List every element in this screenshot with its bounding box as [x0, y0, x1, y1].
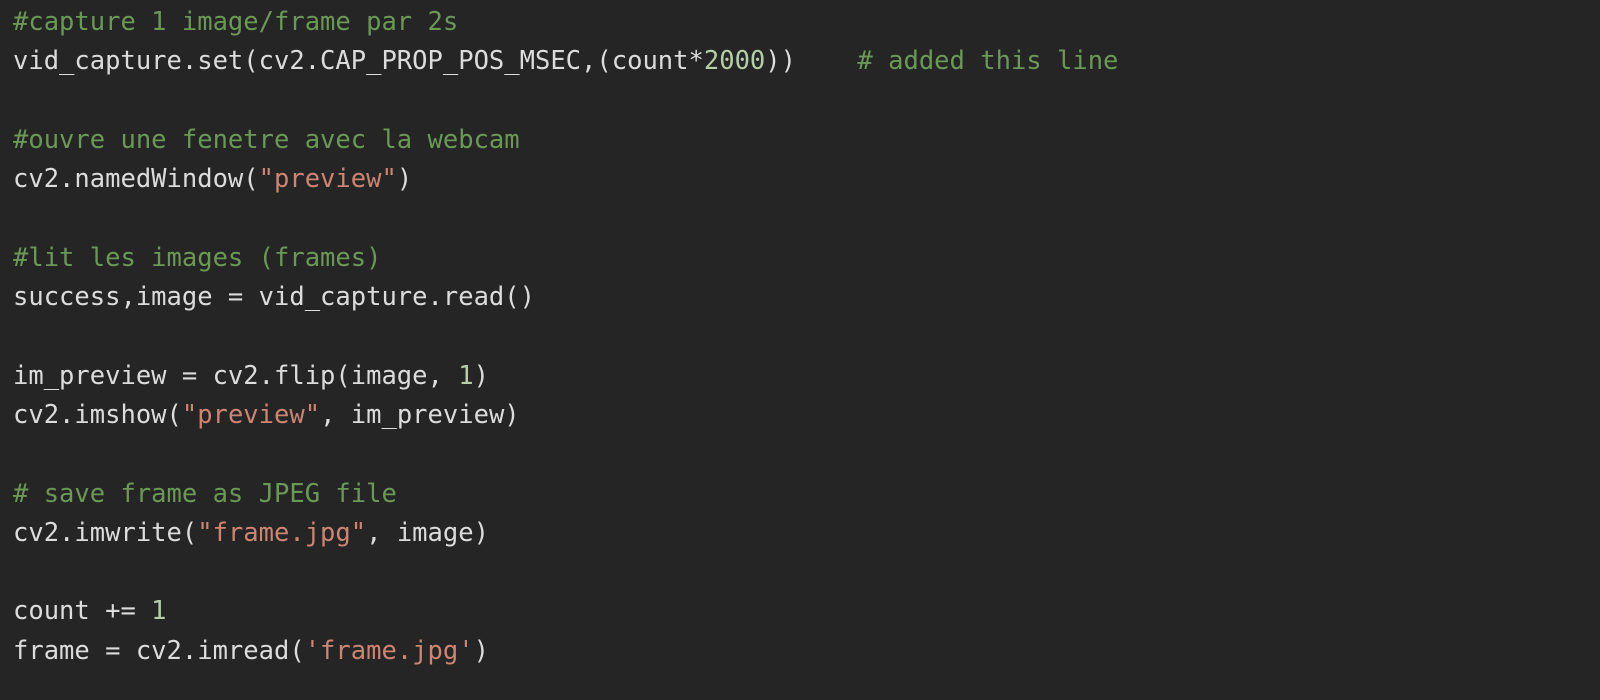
code-line[interactable]: im_preview = cv2.flip(image, 1) — [13, 357, 1600, 396]
code-token-plain: , image) — [366, 517, 489, 548]
code-token-string: "frame.jpg" — [197, 517, 367, 548]
code-line[interactable]: #capture 1 image/frame par 2s — [13, 3, 1600, 42]
code-token-plain: cv2.imwrite( — [13, 517, 198, 548]
code-line[interactable]: # save frame as JPEG file — [13, 475, 1600, 514]
code-token-number: 1 — [458, 360, 474, 391]
code-token-comment: #capture 1 image/frame par 2s — [13, 7, 459, 37]
code-token-number: 1 — [151, 596, 167, 627]
code-token-plain: cv2.imshow( — [13, 399, 182, 430]
code-token-plain: vid_capture.set(cv2.CAP_PROP_POS_MSEC,(c… — [13, 46, 704, 77]
code-token-plain: frame = cv2.imread( — [13, 635, 305, 666]
code-line-blank[interactable] — [13, 317, 1600, 356]
code-token-plain: im_preview = cv2.flip(image, — [13, 360, 459, 391]
code-token-comment: # added this line — [857, 46, 1119, 77]
code-line[interactable]: vid_capture.set(cv2.CAP_PROP_POS_MSEC,(c… — [13, 42, 1600, 81]
code-line[interactable]: frame = cv2.imread('frame.jpg') — [13, 632, 1600, 671]
code-line-blank[interactable] — [13, 435, 1600, 474]
code-token-plain: )) — [765, 46, 796, 77]
code-line[interactable]: success,image = vid_capture.read() — [13, 278, 1600, 317]
code-token-plain: count += — [13, 596, 152, 627]
code-line[interactable]: cv2.imshow("preview", im_preview) — [13, 396, 1600, 435]
code-line[interactable]: #ouvre une fenetre avec la webcam — [13, 121, 1600, 160]
code-token-number: 2000 — [703, 46, 766, 77]
code-token-comment: #lit les images (frames) — [13, 242, 382, 273]
code-token-plain: success,image = vid_capture.read() — [13, 282, 535, 313]
code-token-plain: ) — [473, 635, 489, 666]
code-token-plain: cv2.namedWindow( — [13, 164, 259, 195]
code-line-blank[interactable] — [13, 553, 1600, 592]
code-token-string: "preview" — [258, 164, 397, 195]
code-token-plain: ) — [396, 164, 413, 195]
code-token-plain: , im_preview) — [320, 399, 520, 430]
code-token-string: "preview" — [181, 399, 321, 430]
code-line-blank[interactable] — [13, 82, 1600, 121]
code-token-plain: ) — [473, 360, 489, 391]
code-editor[interactable]: #capture 1 image/frame par 2s vid_capture… — [0, 0, 1600, 700]
code-token-string: 'frame.jpg' — [304, 635, 474, 666]
code-line[interactable]: cv2.namedWindow("preview") — [13, 160, 1600, 199]
code-line[interactable]: #lit les images (frames) — [13, 239, 1600, 278]
code-token-comment: #ouvre une fenetre avec la webcam — [13, 124, 520, 155]
code-token-comment: # save frame as JPEG file — [13, 478, 397, 509]
code-line-blank[interactable] — [13, 199, 1600, 238]
code-line[interactable]: cv2.imwrite("frame.jpg", image) — [13, 514, 1600, 553]
code-line[interactable]: count += 1 — [13, 592, 1600, 631]
